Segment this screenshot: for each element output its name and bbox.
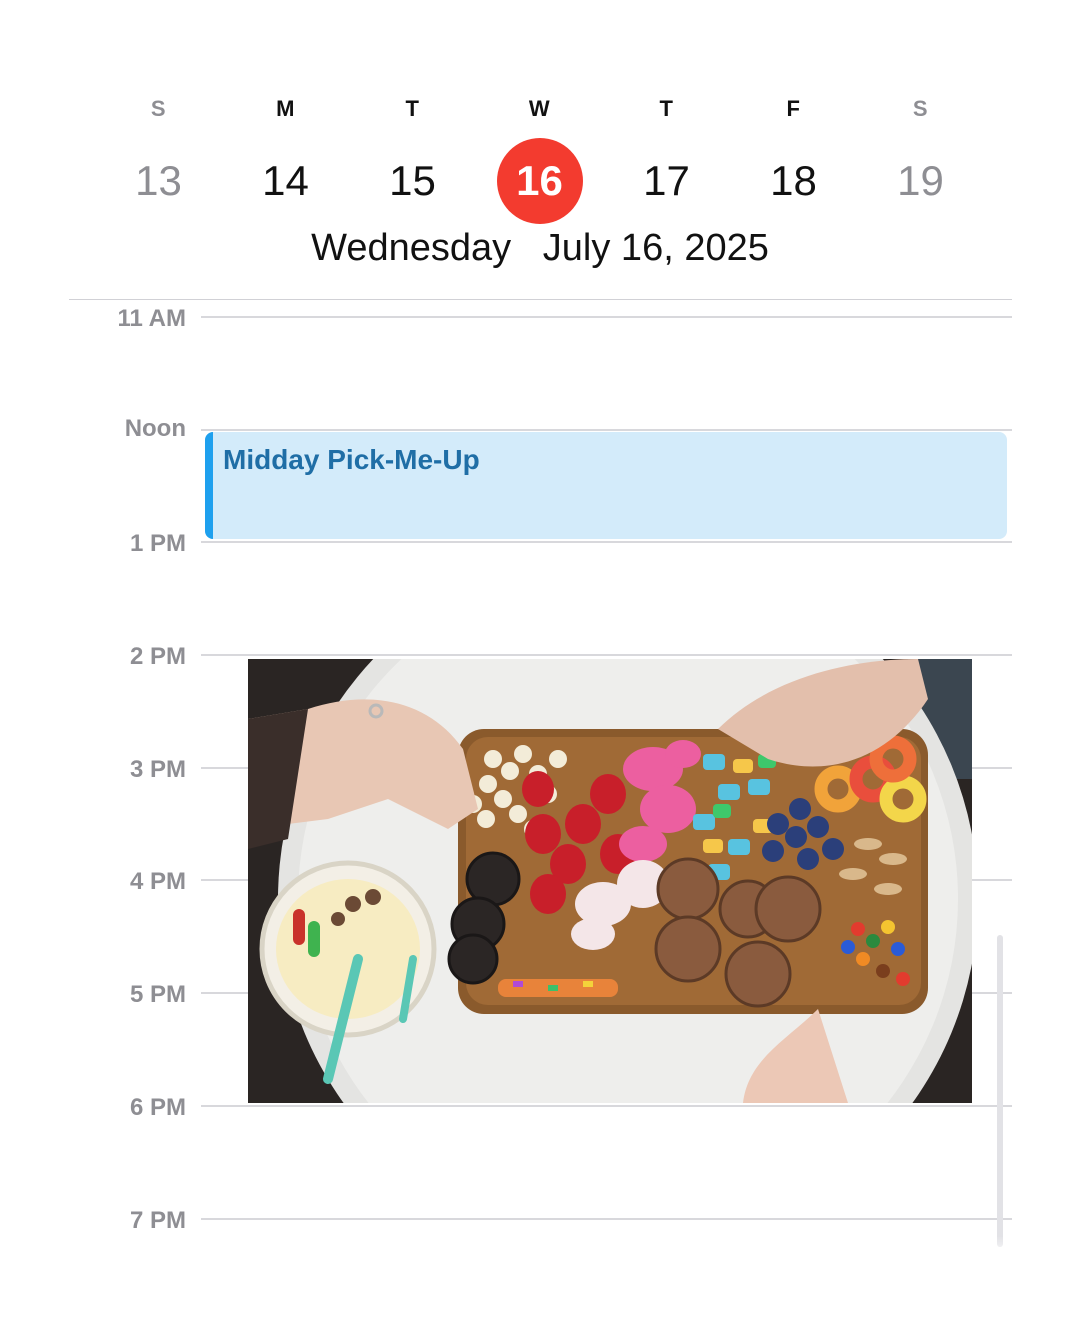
day-number[interactable]: 19 bbox=[878, 138, 964, 224]
day-letter: T bbox=[405, 96, 420, 121]
day-letter: M bbox=[276, 96, 295, 121]
day-saturday[interactable]: S 19 bbox=[857, 92, 984, 227]
hour-line bbox=[201, 541, 1012, 543]
calendar-day-view: S 13 M 14 T 15 W 16 T 17 F 18 S 19 Wedne… bbox=[0, 0, 1080, 1334]
hour-line bbox=[201, 1105, 1012, 1107]
day-letter: S bbox=[150, 96, 167, 121]
selected-day-number[interactable]: 16 bbox=[496, 138, 583, 224]
day-number[interactable]: 14 bbox=[243, 138, 329, 224]
day-letter: S bbox=[912, 96, 929, 121]
day-number[interactable]: 15 bbox=[370, 138, 456, 224]
event-title: Midday Pick-Me-Up bbox=[223, 444, 480, 475]
hour-label-1pm: 1 PM bbox=[129, 530, 186, 557]
hour-label-7pm: 7 PM bbox=[129, 1207, 186, 1234]
hour-line bbox=[201, 316, 1012, 318]
hour-line bbox=[201, 429, 1012, 431]
day-tuesday[interactable]: T 15 bbox=[349, 92, 476, 227]
vertical-scrollbar[interactable] bbox=[997, 935, 1003, 1247]
header-divider bbox=[69, 299, 1012, 300]
hour-line bbox=[201, 1218, 1012, 1220]
candy-board-photo bbox=[248, 659, 972, 1103]
day-letter: F bbox=[786, 96, 801, 121]
hour-label-4pm: 4 PM bbox=[129, 868, 186, 895]
hour-label-noon: Noon bbox=[124, 415, 186, 442]
selected-date-title: Wednesday July 16, 2025 bbox=[311, 227, 769, 269]
day-friday[interactable]: F 18 bbox=[730, 92, 857, 227]
hour-label-5pm: 5 PM bbox=[129, 981, 186, 1008]
hour-line bbox=[201, 654, 1012, 656]
bottom-fade bbox=[0, 1236, 1080, 1276]
hour-label-2pm: 2 PM bbox=[129, 643, 186, 670]
day-number[interactable]: 18 bbox=[751, 138, 837, 224]
hour-label-11am: 11 AM bbox=[117, 305, 186, 332]
day-letter: W bbox=[528, 96, 551, 121]
hour-label-3pm: 3 PM bbox=[129, 756, 186, 783]
day-monday[interactable]: M 14 bbox=[222, 92, 349, 227]
hour-label-6pm: 6 PM bbox=[129, 1094, 186, 1121]
event-block[interactable]: Midday Pick-Me-Up bbox=[205, 432, 1007, 539]
day-wednesday[interactable]: W 16 bbox=[476, 92, 603, 227]
day-letter: T bbox=[659, 96, 674, 121]
day-number[interactable]: 13 bbox=[116, 138, 202, 224]
day-number[interactable]: 17 bbox=[624, 138, 710, 224]
day-thursday[interactable]: T 17 bbox=[603, 92, 730, 227]
week-strip: S 13 M 14 T 15 W 16 T 17 F 18 S 19 bbox=[95, 92, 985, 232]
day-sunday[interactable]: S 13 bbox=[95, 92, 222, 227]
event-color-bar bbox=[205, 432, 213, 539]
